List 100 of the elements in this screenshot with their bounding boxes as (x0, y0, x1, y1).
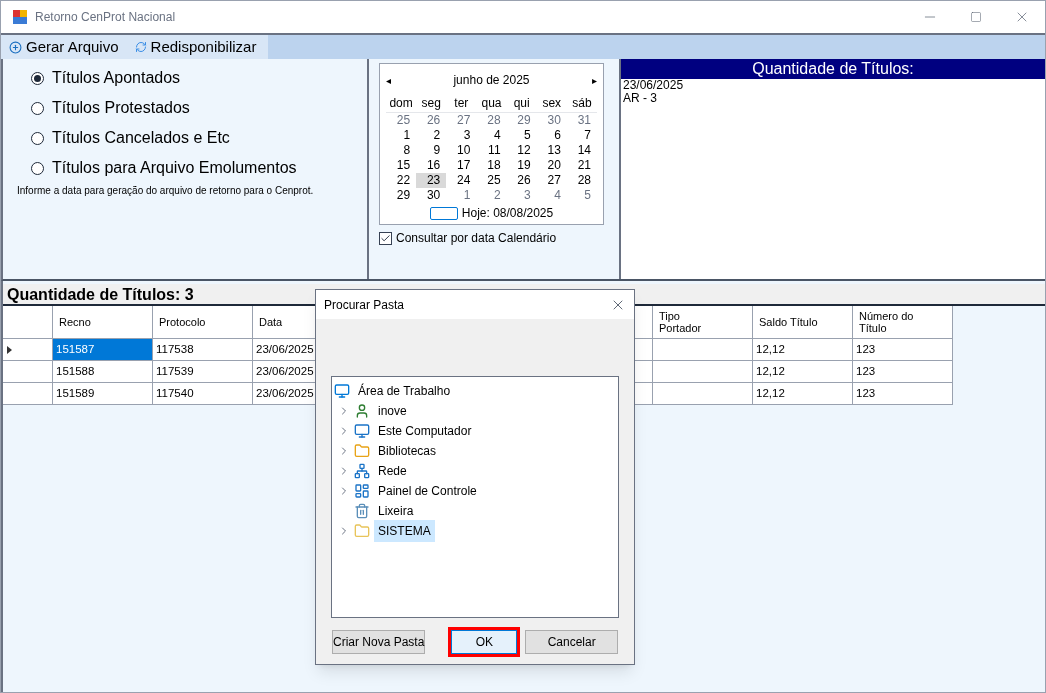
weekday-label: qua (480, 95, 503, 112)
calendar-day[interactable]: 31 (566, 113, 597, 128)
calendar-day[interactable]: 29 (506, 113, 537, 128)
app-icon (13, 10, 27, 24)
tree-item[interactable]: Bibliotecas (374, 442, 441, 460)
calendar-day[interactable]: 8 (386, 143, 417, 158)
calendar-day[interactable]: 27 (536, 173, 567, 188)
calendar-day[interactable]: 30 (536, 113, 567, 128)
dialog-button[interactable]: Cancelar (525, 630, 618, 654)
today-link[interactable]: Hoje: 08/08/2025 (461, 204, 554, 222)
weekday-label: ter (453, 95, 470, 112)
calendar-day[interactable]: 18 (476, 158, 507, 173)
calendar-day[interactable]: 3 (506, 188, 537, 203)
row-header[interactable] (3, 361, 53, 383)
control-panel-icon (354, 483, 370, 499)
calendar-day[interactable]: 7 (566, 128, 597, 143)
column-header[interactable]: Saldo Título (753, 306, 853, 339)
calendar-month: junho de 2025 (453, 72, 530, 89)
radio-label[interactable]: Títulos para Arquivo Emolumentos (52, 156, 297, 180)
calendar-day[interactable]: 2 (476, 188, 507, 203)
calendar-day[interactable]: 2 (416, 128, 447, 143)
calendar-day[interactable]: 14 (566, 143, 597, 158)
radio-button[interactable] (31, 161, 44, 175)
calendar-day[interactable]: 5 (566, 188, 597, 203)
calendar-day[interactable]: 25 (386, 113, 417, 128)
table-cell: 12,12 (753, 361, 853, 383)
table-cell: 151588 (53, 361, 153, 383)
calendar-day[interactable]: 22 (386, 173, 417, 188)
radio-button[interactable] (31, 101, 44, 115)
summary-line: 23/06/2025 (622, 79, 685, 92)
row-header[interactable] (3, 339, 53, 361)
calendar-day[interactable]: 23 (416, 173, 447, 188)
table-cell: 117539 (153, 361, 253, 383)
column-header[interactable]: Recno (53, 306, 153, 339)
calendar-day[interactable]: 4 (476, 128, 507, 143)
calendar-day[interactable]: 20 (536, 158, 567, 173)
column-header[interactable]: Número do Título (853, 306, 953, 339)
calendar-day[interactable]: 11 (476, 143, 507, 158)
checkbox-label[interactable]: Consultar por data Calendário (396, 229, 557, 247)
column-header[interactable]: Tipo Portador (653, 306, 753, 339)
desktop-icon (334, 383, 350, 399)
weekday-label: seg (420, 95, 442, 112)
calendar-day[interactable]: 1 (446, 188, 477, 203)
hint-text: Informe a data para geração do arquivo de retorno para o Cenprot. (17, 184, 315, 198)
calendar-day[interactable]: 3 (446, 128, 477, 143)
calendar-day[interactable]: 1 (386, 128, 417, 143)
column-header[interactable]: Protocolo (153, 306, 253, 339)
summary-line: AR - 3 (622, 92, 658, 105)
table-cell: 151587 (53, 339, 153, 361)
maximize-icon[interactable] (970, 11, 982, 23)
tree-item[interactable]: Área de Trabalho (354, 382, 455, 400)
radio-label[interactable]: Títulos Cancelados e Etc (52, 126, 230, 150)
next-month-button[interactable]: ▸ (592, 72, 597, 88)
calendar-day[interactable]: 12 (506, 143, 537, 158)
calendar-day[interactable]: 26 (416, 113, 447, 128)
tree-item[interactable]: inove (374, 402, 411, 420)
calendar-day[interactable]: 21 (566, 158, 597, 173)
table-cell: 151589 (53, 383, 153, 405)
calendar-day[interactable]: 28 (566, 173, 597, 188)
checkbox[interactable] (379, 231, 392, 245)
calendar-day[interactable]: 16 (416, 158, 447, 173)
calendar-day[interactable]: 28 (476, 113, 507, 128)
calendar-day[interactable]: 26 (506, 173, 537, 188)
row-header[interactable] (3, 383, 53, 405)
radio-label[interactable]: Títulos Apontados (52, 66, 181, 90)
calendar-day[interactable]: 17 (446, 158, 477, 173)
table-cell: 123 (853, 383, 953, 405)
tree-item[interactable]: SISTEMA (374, 520, 435, 542)
calendar-day[interactable]: 30 (416, 188, 447, 203)
radio-button[interactable] (31, 131, 44, 145)
calendar-day[interactable]: 5 (506, 128, 537, 143)
dialog-button[interactable]: OK (451, 630, 518, 654)
radio-label[interactable]: Títulos Protestados (52, 96, 190, 120)
calendar-day[interactable]: 6 (536, 128, 567, 143)
calendar-day[interactable]: 10 (446, 143, 477, 158)
table-cell: 123 (853, 361, 953, 383)
user-icon (354, 403, 370, 419)
calendar-day[interactable]: 19 (506, 158, 537, 173)
weekday-label: sáb (571, 95, 593, 112)
calendar-day[interactable]: 24 (446, 173, 477, 188)
calendar-day[interactable]: 4 (536, 188, 567, 203)
table-cell: 117538 (153, 339, 253, 361)
toolbar-button[interactable]: Redisponibilizar (134, 35, 257, 59)
today-marker-icon (429, 206, 458, 220)
calendar-day[interactable]: 27 (446, 113, 477, 128)
tree-item[interactable]: Rede (374, 462, 411, 480)
calendar-day[interactable]: 15 (386, 158, 417, 173)
previous-month-button[interactable]: ◂ (386, 72, 391, 88)
toolbar-button[interactable]: Gerar Arquivo (9, 35, 119, 59)
radio-button[interactable] (31, 71, 44, 85)
calendar-day[interactable]: 29 (386, 188, 417, 203)
dialog-button[interactable]: Criar Nova Pasta (332, 630, 426, 654)
calendar-day[interactable]: 9 (416, 143, 447, 158)
calendar-day[interactable]: 13 (536, 143, 567, 158)
calendar-day[interactable]: 25 (476, 173, 507, 188)
tree-item[interactable]: Lixeira (374, 502, 418, 520)
folder-icon (354, 443, 370, 459)
add-icon (9, 40, 22, 54)
tree-item[interactable]: Este Computador (374, 422, 476, 440)
tree-item[interactable]: Painel de Controle (374, 482, 481, 500)
